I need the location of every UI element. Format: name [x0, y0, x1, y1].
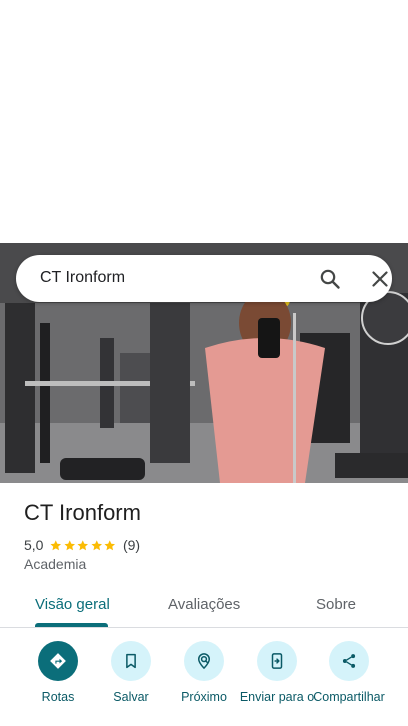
search-input[interactable]: CT Ironform [40, 269, 125, 287]
save-label: Salvar [113, 690, 149, 704]
active-tab-indicator [35, 623, 108, 627]
star-icon [50, 539, 62, 550]
star-icon [104, 539, 116, 550]
send-to-phone-icon [271, 653, 283, 669]
search-icon[interactable] [318, 267, 342, 291]
place-category: Academia [24, 556, 87, 572]
share-button-circle[interactable] [329, 641, 369, 681]
nearby-icon [197, 653, 211, 670]
action-bar: Rotas Salvar Próximo Enviar para o Compa… [0, 641, 408, 726]
save-button-circle[interactable] [111, 641, 151, 681]
directions-button[interactable]: Rotas [18, 641, 98, 704]
close-icon[interactable] [368, 267, 392, 291]
tab-overview[interactable]: Visão geral [35, 596, 110, 613]
star-icon [91, 539, 102, 550]
star-icon [64, 539, 75, 550]
directions-button-circle[interactable] [38, 641, 78, 681]
directions-icon [50, 653, 66, 669]
share-button[interactable]: Compartilhar [309, 641, 389, 704]
review-count: (9) [122, 537, 141, 553]
tab-about[interactable]: Sobre [316, 596, 356, 613]
tab-reviews[interactable]: Avaliações [168, 596, 240, 613]
share-icon [342, 654, 356, 668]
save-button[interactable]: Salvar [91, 641, 171, 704]
map-blank-area [0, 0, 408, 243]
directions-label: Rotas [41, 690, 75, 704]
share-label: Compartilhar [313, 690, 385, 704]
send-to-phone-button[interactable]: Enviar para o [237, 641, 317, 704]
bookmark-icon [126, 653, 136, 669]
place-title: CT Ironform [24, 500, 141, 525]
send-to-phone-label: Enviar para o [239, 690, 315, 704]
rating-stars [49, 539, 117, 552]
rating-row[interactable]: 5,0 (9) [24, 536, 140, 554]
tab-bar: Visão geral Avaliações Sobre [0, 585, 408, 628]
star-icon [77, 539, 89, 550]
send-to-phone-button-circle[interactable] [257, 641, 297, 681]
nearby-label: Próximo [181, 690, 227, 704]
rating-value: 5,0 [24, 537, 44, 553]
nearby-button-circle[interactable] [184, 641, 224, 681]
search-bar[interactable]: CT Ironform [16, 255, 392, 302]
nearby-button[interactable]: Próximo [164, 641, 244, 704]
